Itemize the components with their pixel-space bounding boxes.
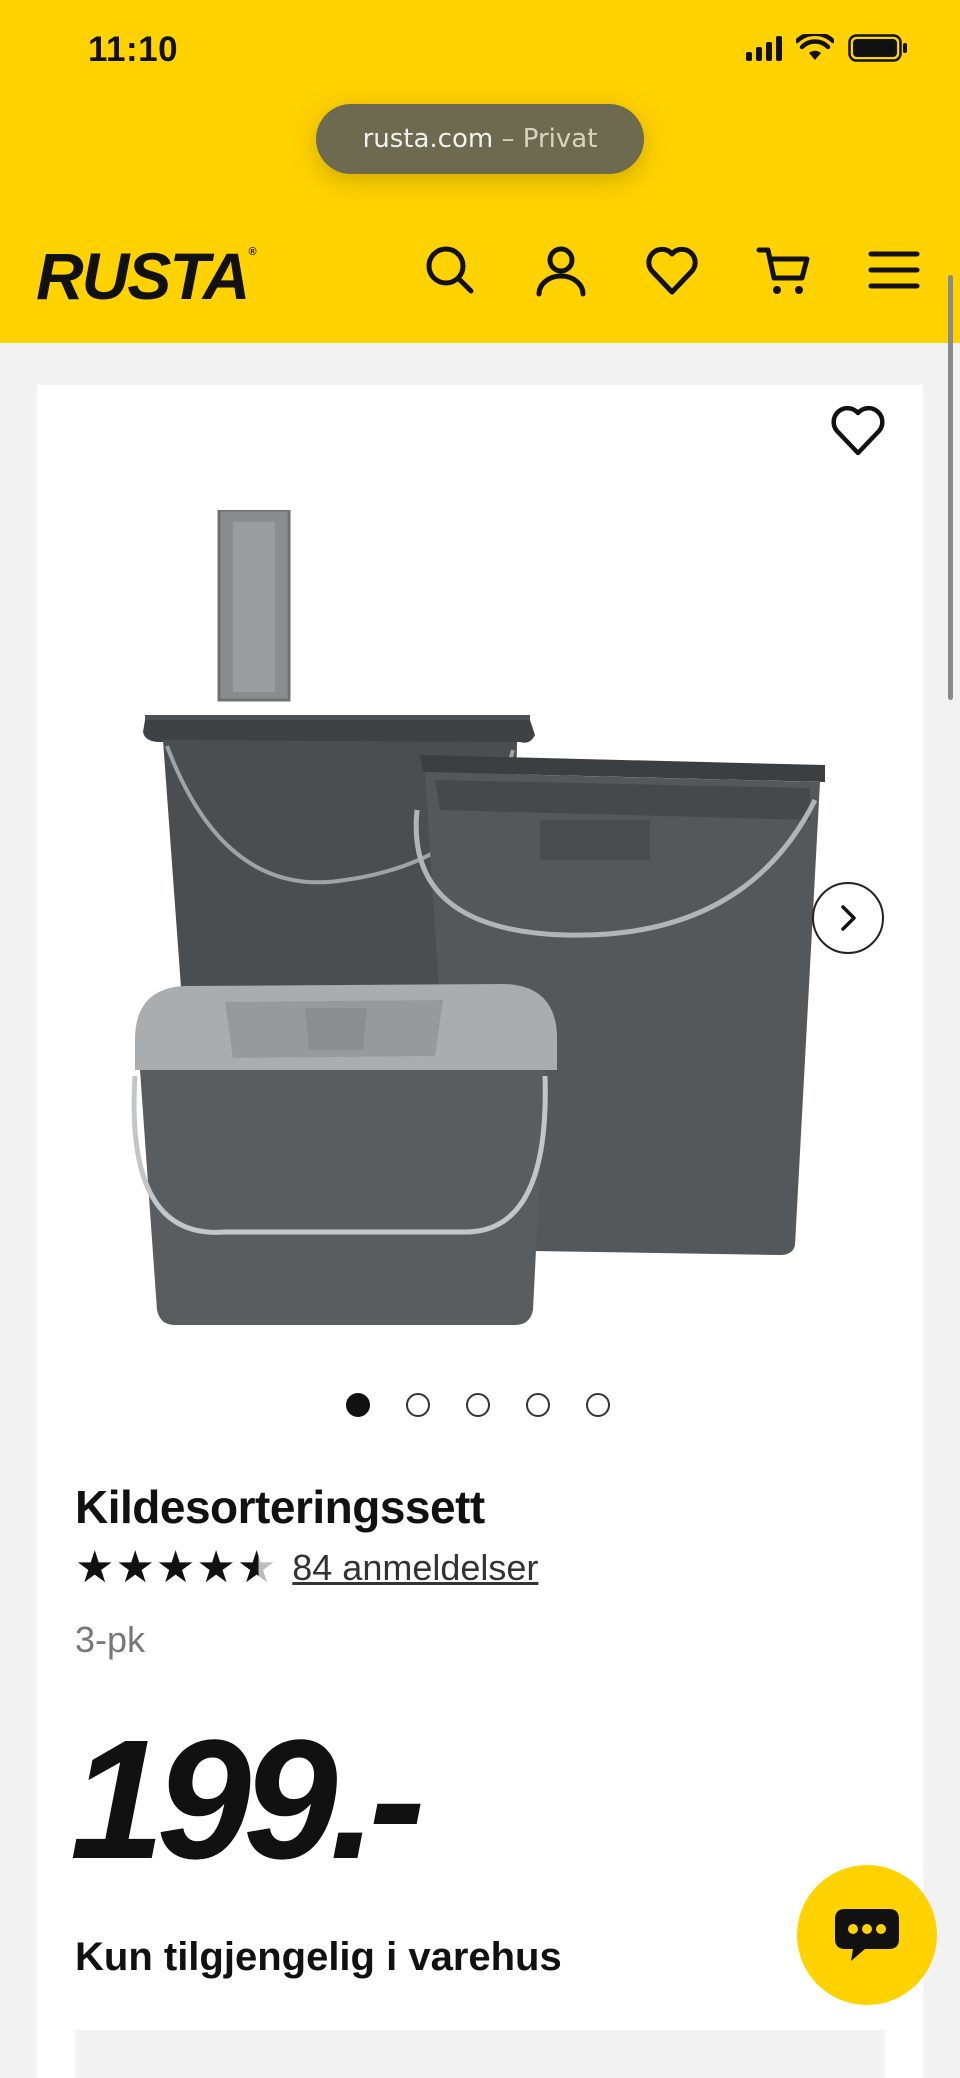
star-icon: ★ [155,1542,196,1593]
search-icon [426,246,474,294]
product-title: Kildesorteringssett [75,1481,485,1533]
pagination-dot[interactable] [586,1393,610,1417]
availability-label: Kun tilgjengelig i varehus [75,1935,562,1979]
product-price: 199.- [70,1705,425,1895]
account-icon [536,246,586,297]
wishlist-button[interactable] [644,242,700,298]
star-icon: ★ [196,1542,236,1593]
cart-icon [756,247,810,294]
logo-registered-mark: ® [248,246,256,258]
status-time: 11:10 [88,30,179,69]
private-mode-label: – Privat [501,124,598,154]
top-bar: 11:10 rusta.com – Privat RUSTA® [0,0,960,343]
reviews-link[interactable]: 84 anmeldelser [292,1547,538,1589]
heart-icon [831,405,885,456]
pagination-dot[interactable] [526,1393,550,1417]
page-scrollbar[interactable] [948,275,953,700]
chat-bubble-icon [835,1909,899,1961]
pagination-dot[interactable] [406,1393,430,1417]
image-pagination [346,1393,610,1417]
pagination-dot[interactable] [466,1393,490,1417]
next-image-button[interactable] [812,882,884,954]
add-to-wishlist-button[interactable] [828,403,888,459]
chat-button[interactable] [797,1865,937,2005]
menu-icon [868,251,920,289]
address-bar[interactable]: rusta.com – Privat [316,104,644,174]
product-rating: ★ ★ ★ ★ ★ 84 anmeldelser [75,1546,538,1590]
product-variant: 3-pk [75,1619,146,1660]
wifi-icon [796,34,834,60]
search-button[interactable] [422,242,478,298]
cellular-signal-icon [746,35,782,61]
store-availability-box[interactable] [75,2030,885,2078]
cart-button[interactable] [756,242,812,298]
chevron-right-icon [841,905,856,931]
star-half-icon: ★ [236,1542,277,1593]
address-domain: rusta.com [362,124,494,154]
rusta-logo[interactable]: RUSTA® [36,238,257,314]
logo-text: RUSTA [36,239,250,313]
star-icon: ★ [75,1542,115,1593]
account-button[interactable] [533,242,589,298]
pagination-dot[interactable] [346,1393,370,1417]
menu-button[interactable] [866,242,922,298]
star-icon: ★ [115,1542,155,1593]
product-image[interactable] [105,510,845,1345]
rating-stars: ★ ★ ★ ★ ★ [75,1546,276,1590]
battery-icon [848,34,907,62]
status-icons [746,34,908,62]
heart-icon [646,246,698,295]
